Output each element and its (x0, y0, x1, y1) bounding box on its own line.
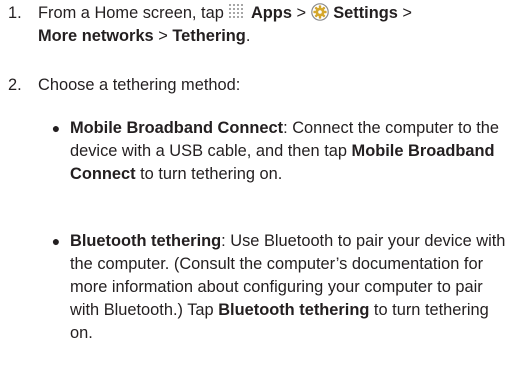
document: 1. From a Home screen, tap Apps > Settin… (0, 0, 511, 375)
separator: > (397, 4, 412, 22)
settings-gear-icon (310, 3, 329, 21)
separator: > (153, 27, 173, 45)
period: . (245, 27, 251, 45)
bullet-icon: ● (51, 120, 61, 136)
method-description: Bluetooth tethering: Use Bluetooth to pa… (70, 230, 506, 345)
step-text: Choose a tethering method: (38, 76, 241, 94)
method-item-bluetooth: ● Bluetooth tethering: Use Bluetooth to … (46, 230, 506, 370)
apps-label: Apps (250, 4, 292, 22)
step-text: From a Home screen, tap Apps > Settings … (38, 2, 507, 48)
apps-grid-icon (228, 3, 246, 21)
step-number: 1. (8, 4, 22, 22)
tethering-label: Tethering (172, 27, 246, 45)
method-title: Mobile Broadband Connect (70, 119, 284, 137)
step-1-prefix: From a Home screen, tap (38, 4, 229, 22)
method-tap-label: Bluetooth tethering (218, 301, 370, 319)
separator: > (291, 4, 311, 22)
method-description: Mobile Broadband Connect: Connect the co… (70, 117, 506, 186)
method-title: Bluetooth tethering (70, 232, 222, 250)
step-2: 2. Choose a tethering method: (0, 74, 511, 98)
step-1: 1. From a Home screen, tap Apps > Settin… (0, 2, 511, 52)
step-number: 2. (8, 76, 22, 94)
method-desc-b: to turn tethering on. (135, 165, 283, 183)
more-networks-label: More networks (38, 27, 154, 45)
method-item-mobile-broadband: ● Mobile Broadband Connect: Connect the … (46, 117, 506, 209)
bullet-icon: ● (51, 233, 61, 249)
settings-label: Settings (333, 4, 398, 22)
